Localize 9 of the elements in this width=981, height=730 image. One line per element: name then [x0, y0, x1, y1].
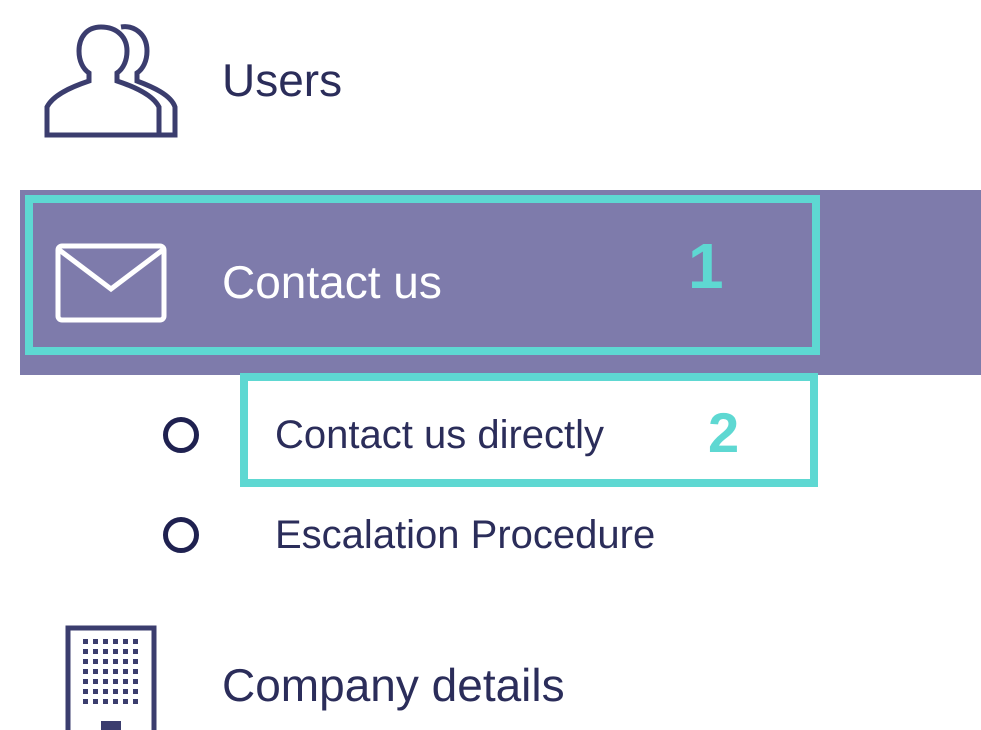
envelope-icon — [55, 242, 167, 322]
bullet-icon — [163, 517, 199, 553]
callout-number: 2 — [708, 405, 740, 461]
submenu-item[interactable]: Escalation Procedure — [275, 505, 656, 565]
submenu-item[interactable]: Contact us directly — [275, 405, 604, 465]
menu-item[interactable]: Contact us 1 — [20, 190, 981, 375]
building-icon — [65, 625, 157, 730]
callout-number: 1 — [688, 234, 724, 298]
bullet-icon — [163, 417, 199, 453]
